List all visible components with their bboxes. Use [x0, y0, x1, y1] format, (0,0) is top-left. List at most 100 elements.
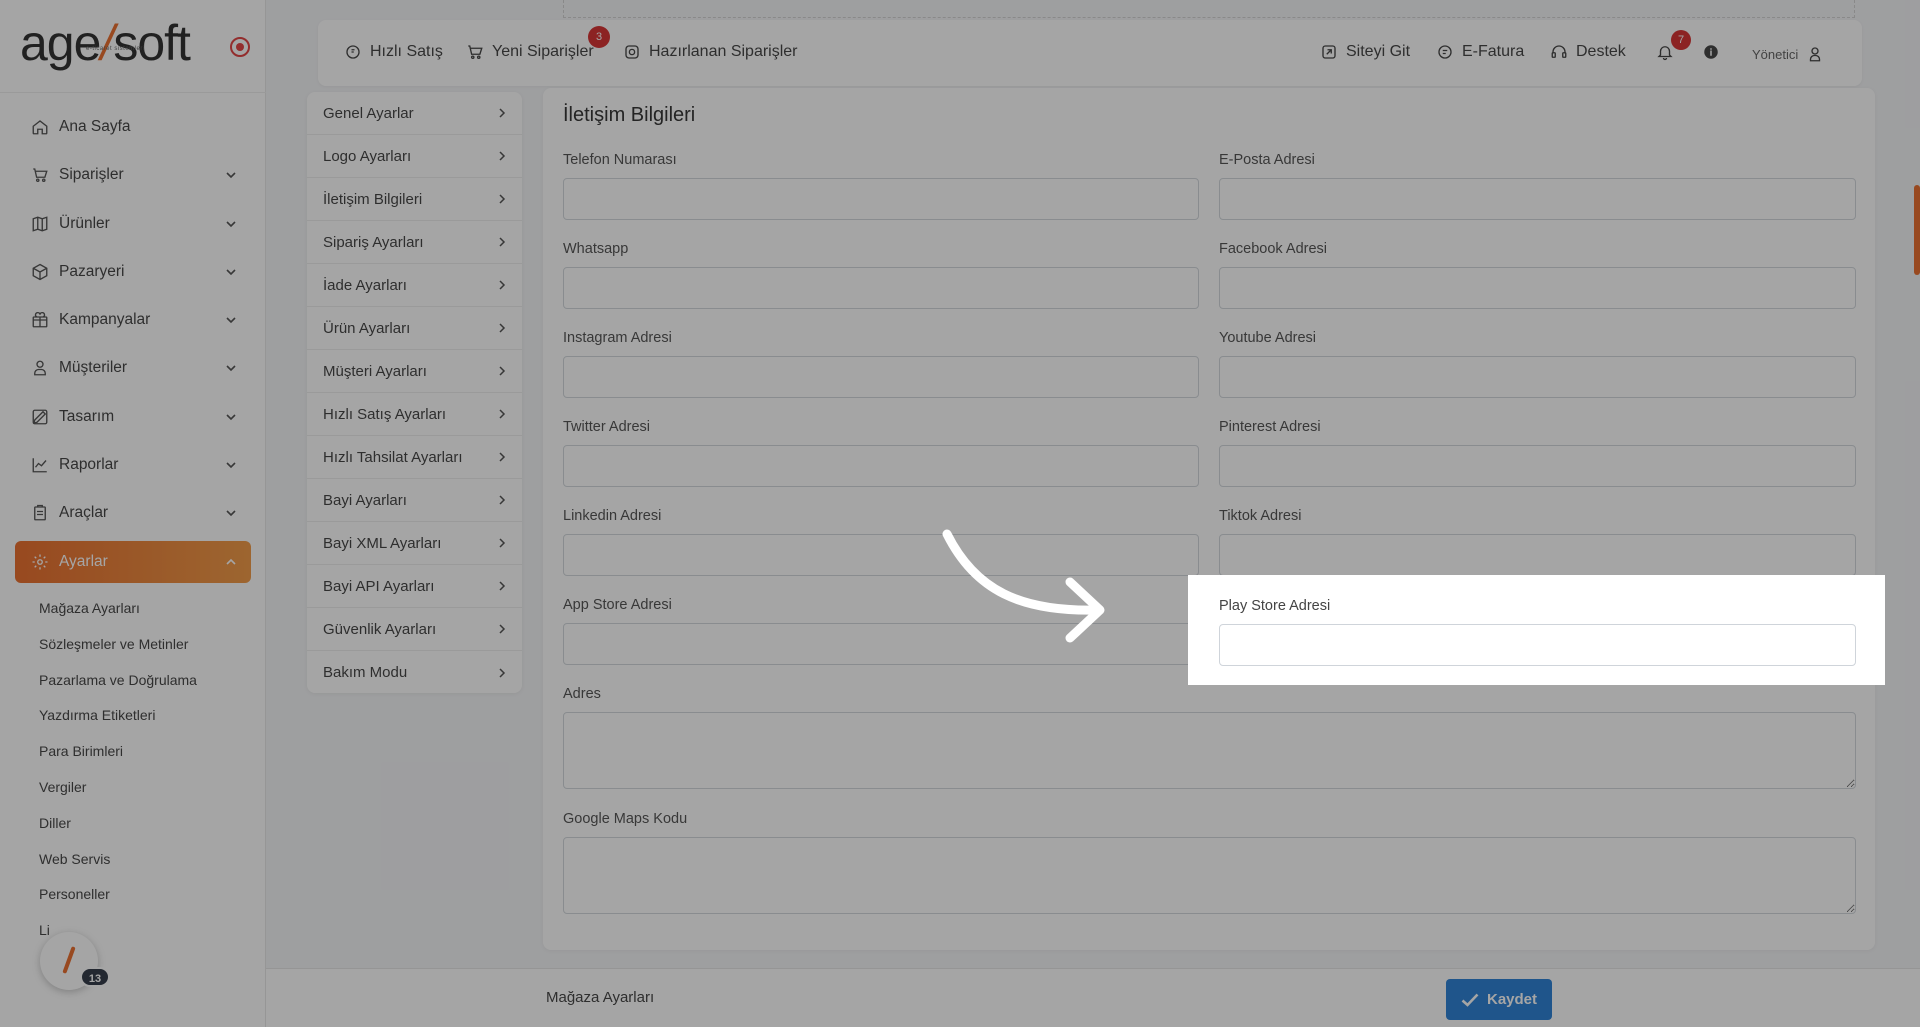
chevron-right-icon — [499, 366, 506, 376]
twitter-input[interactable] — [563, 445, 1199, 487]
save-button[interactable]: Kaydet — [1446, 979, 1552, 1020]
receipt-icon — [1438, 45, 1452, 59]
sidebar-item-tools[interactable]: Araçlar — [15, 492, 251, 534]
submenu-item-contracts[interactable]: Sözleşmeler ve Metinler — [39, 632, 197, 668]
new-orders-link[interactable]: Yeni Siparişler — [466, 43, 594, 61]
settings-submenu: Mağaza Ayarları Sözleşmeler ve Metinler … — [39, 596, 197, 938]
settings-menu-item[interactable]: Logo Ayarları — [307, 135, 522, 178]
settings-menu-item[interactable]: Güvenlik Ayarları — [307, 608, 522, 651]
whatsapp-label: Whatsapp — [563, 241, 629, 257]
brand-logo[interactable]: age/soft — [20, 18, 191, 68]
brand-tagline: e-ticaret sistemleri — [86, 46, 145, 52]
sidebar-item-campaigns[interactable]: Kampanyalar — [15, 299, 251, 341]
settings-menu-item[interactable]: Bayi XML Ayarları — [307, 522, 522, 565]
chevron-right-icon — [499, 108, 506, 118]
settings-menu-item[interactable]: Ürün Ayarları — [307, 307, 522, 350]
sidebar-item-orders[interactable]: Siparişler — [15, 154, 251, 196]
instagram-input[interactable] — [563, 356, 1199, 398]
chevron-right-icon — [499, 452, 506, 462]
settings-menu-item[interactable]: Müşteri Ayarları — [307, 350, 522, 393]
user-icon — [31, 359, 49, 377]
chevron-down-icon — [226, 510, 236, 517]
chevron-up-icon — [226, 558, 236, 565]
sidebar-item-marketplace[interactable]: Pazaryeri — [15, 251, 251, 293]
sidebar-item-settings[interactable]: Ayarlar — [15, 540, 251, 583]
sidebar-item-products[interactable]: Ürünler — [15, 203, 251, 245]
facebook-label: Facebook Adresi — [1219, 241, 1328, 257]
sidebar-item-customers[interactable]: Müşteriler — [15, 347, 251, 389]
settings-menu-item[interactable]: Sipariş Ayarları — [307, 221, 522, 264]
settings-menu-item[interactable]: Genel Ayarlar — [307, 92, 522, 135]
submenu-item-languages[interactable]: Diller — [39, 811, 197, 847]
settings-menu-label: Müşteri Ayarları — [323, 362, 427, 380]
clipboard-icon — [31, 504, 49, 522]
submenu-item-marketing[interactable]: Pazarlama ve Doğrulama — [39, 668, 197, 704]
go-site-link[interactable]: Siteyi Git — [1320, 43, 1410, 61]
sidebar-item-design[interactable]: Tasarım — [15, 396, 251, 438]
settings-menu-item[interactable]: Bayi Ayarları — [307, 479, 522, 522]
twitter-label: Twitter Adresi — [563, 419, 651, 435]
settings-menu-item-active[interactable]: İletişim Bilgileri — [307, 178, 522, 221]
chevron-right-icon — [499, 194, 506, 204]
submenu-item-web-service[interactable]: Web Servis — [39, 847, 197, 883]
target-icon[interactable] — [230, 37, 250, 57]
user-menu[interactable]: Yönetici — [1752, 45, 1824, 63]
submenu-item-taxes[interactable]: Vergiler — [39, 775, 197, 811]
pinterest-input[interactable] — [1219, 445, 1856, 487]
google-maps-label: Google Maps Kodu — [563, 811, 688, 827]
quick-sale-label: Hızlı Satış — [370, 43, 443, 60]
chevron-down-icon — [226, 221, 236, 227]
tiktok-label: Tiktok Adresi — [1219, 508, 1302, 524]
tiktok-input[interactable] — [1219, 534, 1856, 576]
submenu-item-store-settings[interactable]: Mağaza Ayarları — [39, 596, 197, 632]
check-icon — [1461, 993, 1479, 1007]
external-icon — [1322, 45, 1336, 59]
user-name: Yönetici — [1752, 46, 1799, 62]
pen-icon — [31, 408, 49, 426]
youtube-label: Youtube Adresi — [1219, 330, 1317, 346]
email-label: E-Posta Adresi — [1219, 152, 1315, 168]
sidebar-nav: Ana Sayfa Siparişler Ürünler Pazaryeri K… — [15, 106, 251, 589]
chevron-right-icon — [499, 323, 506, 333]
scrollbar-thumb[interactable] — [1914, 185, 1920, 275]
info-button[interactable] — [1702, 43, 1728, 61]
instagram-label: Instagram Adresi — [563, 330, 672, 346]
settings-menu-label: Ürün Ayarları — [323, 319, 411, 337]
page-title: İletişim Bilgileri — [563, 104, 696, 126]
settings-menu-item[interactable]: İade Ayarları — [307, 264, 522, 307]
support-label: Destek — [1576, 43, 1626, 60]
prepared-orders-label: Hazırlanan Siparişler — [649, 43, 798, 60]
highlighted-field: Play Store Adresi — [1188, 575, 1885, 685]
chevron-down-icon — [226, 414, 236, 420]
settings-menu-item[interactable]: Bayi API Ayarları — [307, 565, 522, 608]
chevron-right-icon — [499, 581, 506, 591]
quick-action-count: 13 — [80, 967, 110, 987]
submenu-item-staff[interactable]: Personeller — [39, 882, 197, 918]
settings-menu-item[interactable]: Bakım Modu — [307, 651, 522, 694]
support-link[interactable]: Destek — [1550, 43, 1626, 61]
settings-menu-label: Bayi API Ayarları — [323, 577, 435, 595]
facebook-input[interactable] — [1219, 267, 1856, 309]
playstore-input[interactable] — [1219, 624, 1856, 666]
settings-menu-label: Güvenlik Ayarları — [323, 620, 437, 638]
google-maps-textarea[interactable] — [563, 837, 1856, 914]
settings-menu-item[interactable]: Hızlı Satış Ayarları — [307, 393, 522, 436]
e-invoice-link[interactable]: E-Fatura — [1436, 43, 1524, 61]
submenu-item-print-labels[interactable]: Yazdırma Etiketleri — [39, 703, 197, 739]
sidebar-item-home[interactable]: Ana Sayfa — [15, 106, 251, 148]
prepared-orders-link[interactable]: Hazırlanan Siparişler — [623, 43, 798, 61]
submenu-item-currencies[interactable]: Para Birimleri — [39, 739, 197, 775]
sidebar-item-reports[interactable]: Raporlar — [15, 444, 251, 486]
cart-icon — [468, 45, 483, 60]
address-textarea[interactable] — [563, 712, 1856, 789]
email-input[interactable] — [1219, 178, 1856, 220]
address-label: Adres — [563, 686, 601, 702]
youtube-input[interactable] — [1219, 356, 1856, 398]
pencil-icon — [62, 946, 76, 974]
quick-sale-link[interactable]: Hızlı Satış — [344, 43, 443, 61]
settings-menu-label: Sipariş Ayarları — [323, 233, 424, 251]
whatsapp-input[interactable] — [563, 267, 1199, 309]
settings-menu-item[interactable]: Hızlı Tahsilat Ayarları — [307, 436, 522, 479]
phone-input[interactable] — [563, 178, 1199, 220]
settings-menu-label: Genel Ayarlar — [323, 104, 414, 122]
